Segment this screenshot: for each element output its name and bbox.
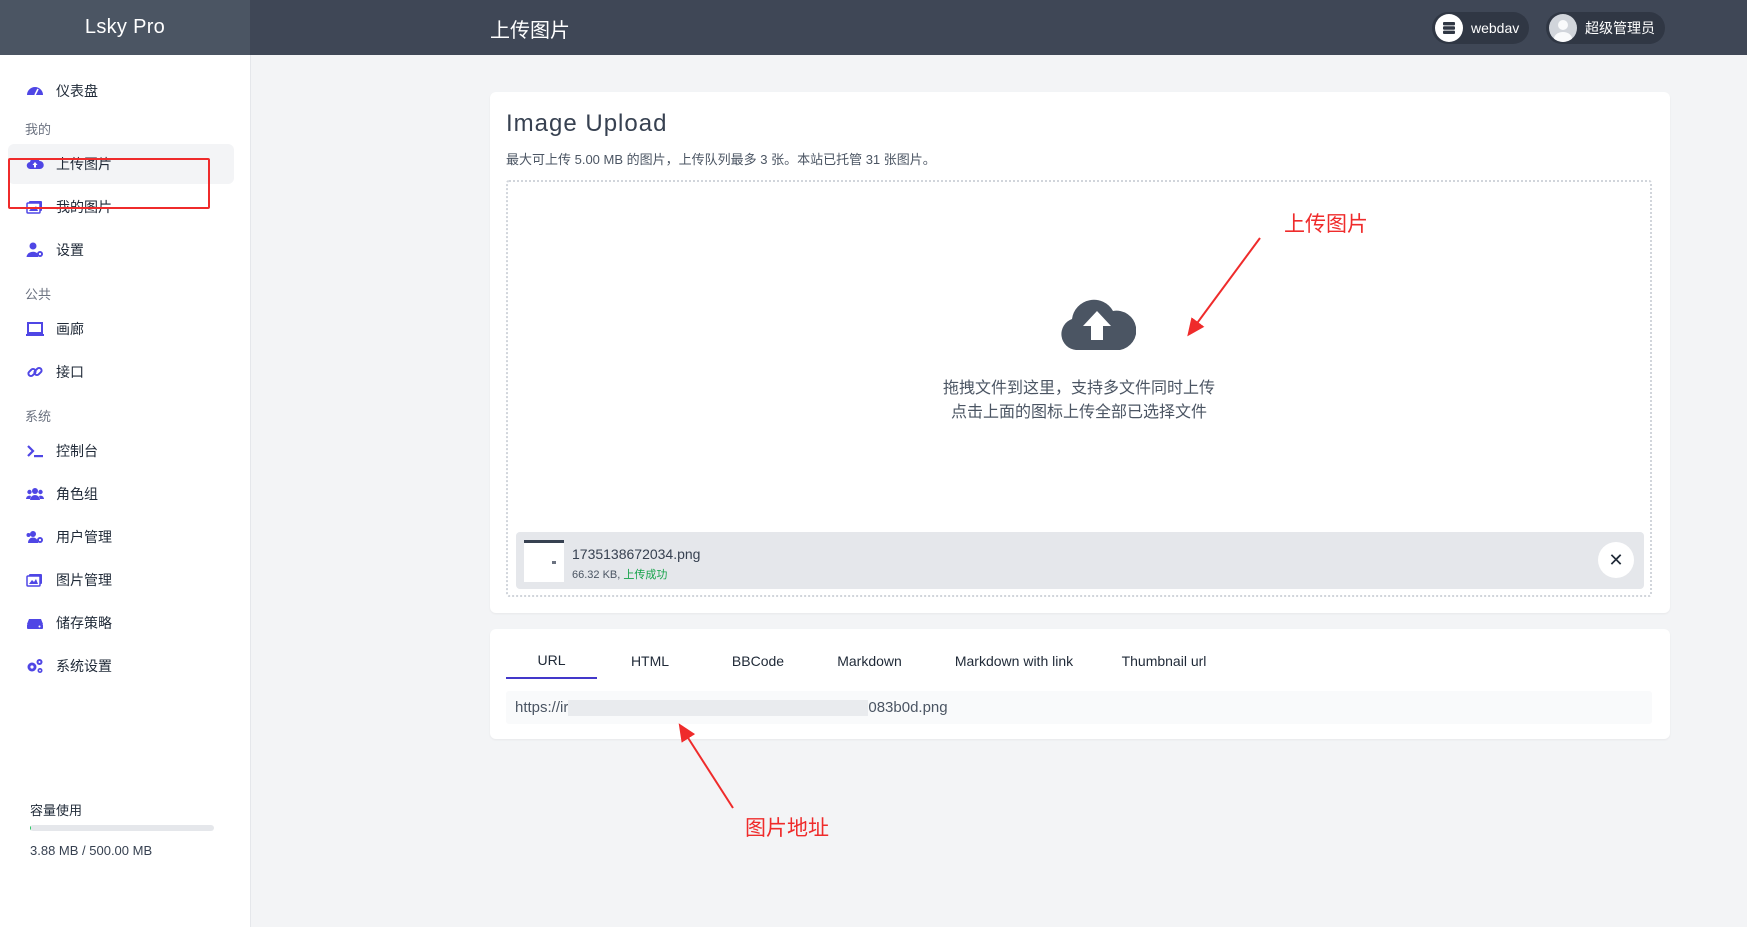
- file-name: 1735138672034.png: [572, 546, 701, 562]
- user-cog-icon: [25, 240, 45, 260]
- sidebar-item-label: 用户管理: [56, 529, 112, 545]
- upload-dropzone[interactable]: 拖拽文件到这里，支持多文件同时上传 点击上面的图标上传全部已选择文件 17351…: [506, 180, 1652, 597]
- users-icon: [25, 484, 45, 504]
- dropzone-hint-1: 拖拽文件到这里，支持多文件同时上传: [942, 380, 1215, 397]
- sidebar-item-image-management[interactable]: 图片管理: [8, 560, 234, 600]
- sidebar-item-label: 控制台: [56, 443, 98, 459]
- sidebar-item-console[interactable]: 控制台: [8, 431, 234, 471]
- dropzone-hint-2: 点击上面的图标上传全部已选择文件: [950, 404, 1207, 421]
- annotation-url-label: 图片地址: [745, 817, 829, 840]
- file-meta: 66.32 KB, 上传成功: [572, 566, 667, 582]
- file-status: 上传成功: [623, 569, 668, 581]
- sidebar-item-system-settings[interactable]: 系统设置: [8, 646, 234, 686]
- section-label-mine: 我的: [25, 122, 52, 137]
- dashboard-icon: [25, 81, 45, 101]
- links-card: URL HTML BBCode Markdown Markdown with l…: [490, 629, 1670, 739]
- top-bar: 上传图片 webdav 超级管理员: [250, 0, 1747, 55]
- cloud-upload-icon[interactable]: [1058, 294, 1136, 352]
- database-icon: [1435, 14, 1463, 42]
- capacity-title: 容量使用: [30, 803, 83, 818]
- tab-thumbnail-url[interactable]: Thumbnail url: [1102, 643, 1226, 679]
- user-name: 超级管理员: [1585, 20, 1655, 36]
- redacted-url-segment: [568, 699, 869, 716]
- tab-url[interactable]: URL: [506, 643, 597, 679]
- avatar: [1549, 14, 1577, 42]
- capacity-progress: [30, 825, 214, 831]
- annotation-upload-label: 上传图片: [1284, 213, 1368, 236]
- user-menu[interactable]: 超级管理员: [1546, 12, 1665, 44]
- url-end: 083b0d.png: [868, 699, 948, 716]
- file-size: 66.32 KB,: [572, 569, 624, 581]
- sidebar-item-label: 仪表盘: [56, 83, 98, 99]
- url-start: https://ir: [515, 699, 569, 716]
- sidebar-item-storage-strategy[interactable]: 储存策略: [8, 603, 234, 643]
- users-cog-icon: [25, 527, 45, 547]
- sidebar-item-label: 角色组: [56, 486, 98, 502]
- upload-card: Image Upload 最大可上传 5.00 MB 的图片，上传队列最多 3 …: [490, 92, 1670, 613]
- upload-subtitle: 最大可上传 5.00 MB 的图片，上传队列最多 3 张。本站已托管 31 张图…: [506, 152, 936, 167]
- sidebar-item-label: 设置: [56, 242, 84, 258]
- link-icon: [25, 362, 45, 382]
- sidebar-item-gallery[interactable]: 画廊: [8, 309, 234, 349]
- cogs-icon: [25, 656, 45, 676]
- storage-selector[interactable]: webdav: [1432, 12, 1530, 44]
- upload-file-item: 1735138672034.png 66.32 KB, 上传成功 ✕: [516, 532, 1644, 589]
- section-label-public: 公共: [25, 287, 52, 302]
- tab-markdown[interactable]: Markdown: [813, 643, 926, 679]
- images-icon: [25, 570, 45, 590]
- section-label-system: 系统: [25, 409, 52, 424]
- file-thumbnail: [524, 540, 564, 582]
- annotation-arrow-url: [678, 723, 734, 809]
- page-title: 上传图片: [490, 20, 570, 42]
- terminal-icon: [25, 441, 45, 461]
- capacity-text: 3.88 MB / 500.00 MB: [30, 843, 153, 858]
- annotation-highlight-box: [8, 158, 210, 209]
- tab-markdown-with-link[interactable]: Markdown with link: [926, 643, 1102, 679]
- tab-bbcode[interactable]: BBCode: [703, 643, 813, 679]
- app-brand[interactable]: Lsky Pro: [0, 0, 250, 55]
- sidebar-item-dashboard[interactable]: 仪表盘: [8, 71, 234, 111]
- hard-drive-icon: [25, 613, 45, 633]
- sidebar-item-label: 系统设置: [56, 658, 112, 674]
- image-url-output[interactable]: https://ir 083b0d.png: [506, 691, 1652, 724]
- sidebar-item-user-management[interactable]: 用户管理: [8, 517, 234, 557]
- remove-file-button[interactable]: ✕: [1598, 542, 1634, 578]
- app-title: Lsky Pro: [84, 16, 166, 38]
- capacity-progress-fill: [30, 825, 32, 831]
- storage-label: webdav: [1471, 20, 1520, 36]
- sidebar-item-label: 储存策略: [56, 615, 112, 631]
- sidebar-item-label: 图片管理: [56, 572, 112, 588]
- upload-title: Image Upload: [506, 110, 668, 137]
- link-format-tabs: URL HTML BBCode Markdown Markdown with l…: [506, 643, 1226, 679]
- sidebar-item-settings[interactable]: 设置: [8, 230, 234, 270]
- sidebar-item-label: 接口: [56, 364, 84, 380]
- tab-html[interactable]: HTML: [597, 643, 703, 679]
- sidebar-item-role-groups[interactable]: 角色组: [8, 474, 234, 514]
- monitor-icon: [25, 319, 45, 339]
- sidebar-item-label: 画廊: [56, 321, 84, 337]
- sidebar-item-api[interactable]: 接口: [8, 352, 234, 392]
